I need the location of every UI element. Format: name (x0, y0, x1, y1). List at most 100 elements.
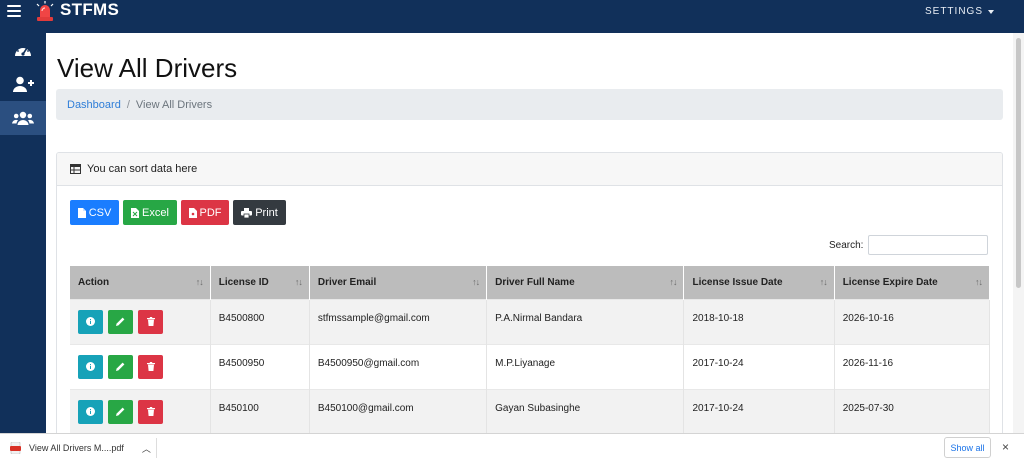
scrollbar-thumb[interactable] (1016, 38, 1021, 288)
dashboard-icon (15, 45, 31, 56)
users-icon (12, 111, 34, 125)
sort-icon: ↑↓ (819, 277, 828, 287)
column-header-expire-date[interactable]: License Expire Date ↑↓ (834, 266, 991, 299)
column-header-driver-email[interactable]: Driver Email ↑↓ (309, 266, 488, 299)
excel-button-label: Excel (142, 206, 169, 219)
csv-button[interactable]: CSV (70, 200, 119, 225)
delete-button[interactable] (138, 309, 163, 334)
driver-email-cell: B450100@gmail.com (309, 388, 488, 434)
page-scrollbar[interactable] (1013, 33, 1024, 433)
table-row: B450100 B450100@gmail.com Gayan Subasing… (70, 388, 991, 434)
pencil-icon (116, 317, 125, 326)
caret-down-icon (988, 9, 994, 14)
trash-icon (146, 362, 155, 371)
trash-icon (146, 407, 155, 416)
breadcrumb-current: View All Drivers (135, 98, 213, 111)
info-icon (86, 362, 95, 371)
sort-icon: ↑↓ (195, 277, 204, 287)
driver-name-cell: Gayan Subasinghe (486, 388, 685, 434)
pencil-icon (116, 407, 125, 416)
action-cell (70, 298, 211, 344)
main-content: View All Drivers Dashboard / View All Dr… (46, 33, 1013, 452)
sidebar (0, 33, 46, 433)
column-header-issue-date[interactable]: License Issue Date ↑↓ (683, 266, 835, 299)
delete-button[interactable] (138, 399, 163, 424)
table-row: B4500800 stfmssample@gmail.com P.A.Nirma… (70, 298, 991, 344)
sidebar-item-add-driver[interactable] (0, 67, 46, 101)
top-navbar: STFMS SETTINGS (0, 0, 1024, 33)
driver-name-cell: P.A.Nirmal Bandara (486, 298, 685, 344)
view-button[interactable] (78, 309, 103, 334)
search-control: Search: (829, 235, 989, 255)
trash-icon (146, 317, 155, 326)
action-cell (70, 388, 211, 434)
card-header-text: You can sort data here (87, 163, 198, 175)
view-button[interactable] (78, 354, 103, 379)
driver-name-cell: M.P.Liyanage (486, 343, 685, 389)
drivers-table: Action ↑↓ License ID ↑↓ Driver Email ↑↓ Dri… (70, 266, 991, 434)
license-id-cell: B450100 (210, 388, 310, 434)
breadcrumb-dashboard-link[interactable]: Dashboard (67, 99, 121, 111)
download-bar: View All Drivers M....pdf ︿ Show all × (0, 433, 1024, 461)
issue-date-cell: 2017-10-24 (683, 343, 835, 389)
excel-button[interactable]: Excel (123, 200, 177, 225)
export-buttons: CSV Excel PDF Print (70, 200, 286, 225)
printer-icon (241, 207, 253, 218)
file-pdf-icon (188, 207, 197, 218)
driver-email-cell: B4500950@gmail.com (309, 343, 488, 389)
sidebar-item-dashboard[interactable] (0, 33, 46, 67)
expire-date-cell: 2026-10-16 (834, 298, 991, 344)
edit-button[interactable] (108, 354, 133, 379)
license-id-cell: B4500950 (210, 343, 310, 389)
edit-button[interactable] (108, 309, 133, 334)
close-icon[interactable]: × (1002, 440, 1009, 454)
chevron-up-icon[interactable]: ︿ (142, 442, 151, 455)
action-cell (70, 343, 211, 389)
settings-dropdown[interactable]: SETTINGS (925, 6, 994, 17)
issue-date-cell: 2018-10-18 (683, 298, 835, 344)
breadcrumb-separator: / (126, 98, 130, 111)
sort-icon: ↑↓ (294, 277, 303, 287)
divider (156, 438, 157, 458)
search-input[interactable] (868, 235, 989, 255)
download-file-name: View All Drivers M....pdf (29, 443, 124, 453)
breadcrumb: Dashboard / View All Drivers (56, 89, 1003, 120)
column-header-license-id[interactable]: License ID ↑↓ (210, 266, 310, 299)
print-button-label: Print (255, 206, 278, 219)
table-header-row: Action ↑↓ License ID ↑↓ Driver Email ↑↓ Dri… (70, 266, 991, 299)
driver-email-cell: stfmssample@gmail.com (309, 298, 488, 344)
add-user-icon (13, 76, 34, 92)
table-row: B4500950 B4500950@gmail.com M.P.Liyanage… (70, 343, 991, 389)
license-id-cell: B4500800 (210, 298, 310, 344)
view-button[interactable] (78, 399, 103, 424)
column-header-driver-name[interactable]: Driver Full Name ↑↓ (486, 266, 685, 299)
card-header: You can sort data here (57, 153, 1002, 186)
sidebar-item-view-drivers[interactable] (0, 101, 46, 135)
print-button[interactable]: Print (233, 200, 286, 225)
table-icon (70, 164, 81, 174)
pdf-button[interactable]: PDF (181, 200, 229, 225)
sort-icon: ↑↓ (669, 277, 677, 287)
brand-name[interactable]: STFMS (60, 0, 119, 20)
delete-button[interactable] (138, 354, 163, 379)
show-all-button[interactable]: Show all (944, 437, 991, 458)
download-item[interactable]: View All Drivers M....pdf ︿ (10, 434, 151, 461)
edit-button[interactable] (108, 399, 133, 424)
siren-logo-icon (36, 1, 54, 21)
sort-icon: ↑↓ (472, 277, 480, 287)
pencil-icon (116, 362, 125, 371)
column-header-action[interactable]: Action ↑↓ (70, 266, 211, 299)
search-label: Search: (829, 239, 864, 251)
hamburger-menu-icon[interactable] (7, 4, 21, 18)
sort-icon: ↑↓ (975, 277, 983, 287)
file-csv-icon (77, 207, 86, 218)
pdf-file-icon (10, 442, 21, 454)
pdf-button-label: PDF (199, 206, 222, 219)
page-title: View All Drivers (57, 53, 238, 83)
drivers-card: You can sort data here CSV Excel PDF Pri… (56, 152, 1003, 452)
settings-label: SETTINGS (924, 6, 983, 17)
file-excel-icon (131, 207, 140, 218)
expire-date-cell: 2026-11-16 (834, 343, 991, 389)
csv-button-label: CSV (88, 206, 112, 219)
info-icon (86, 317, 95, 326)
